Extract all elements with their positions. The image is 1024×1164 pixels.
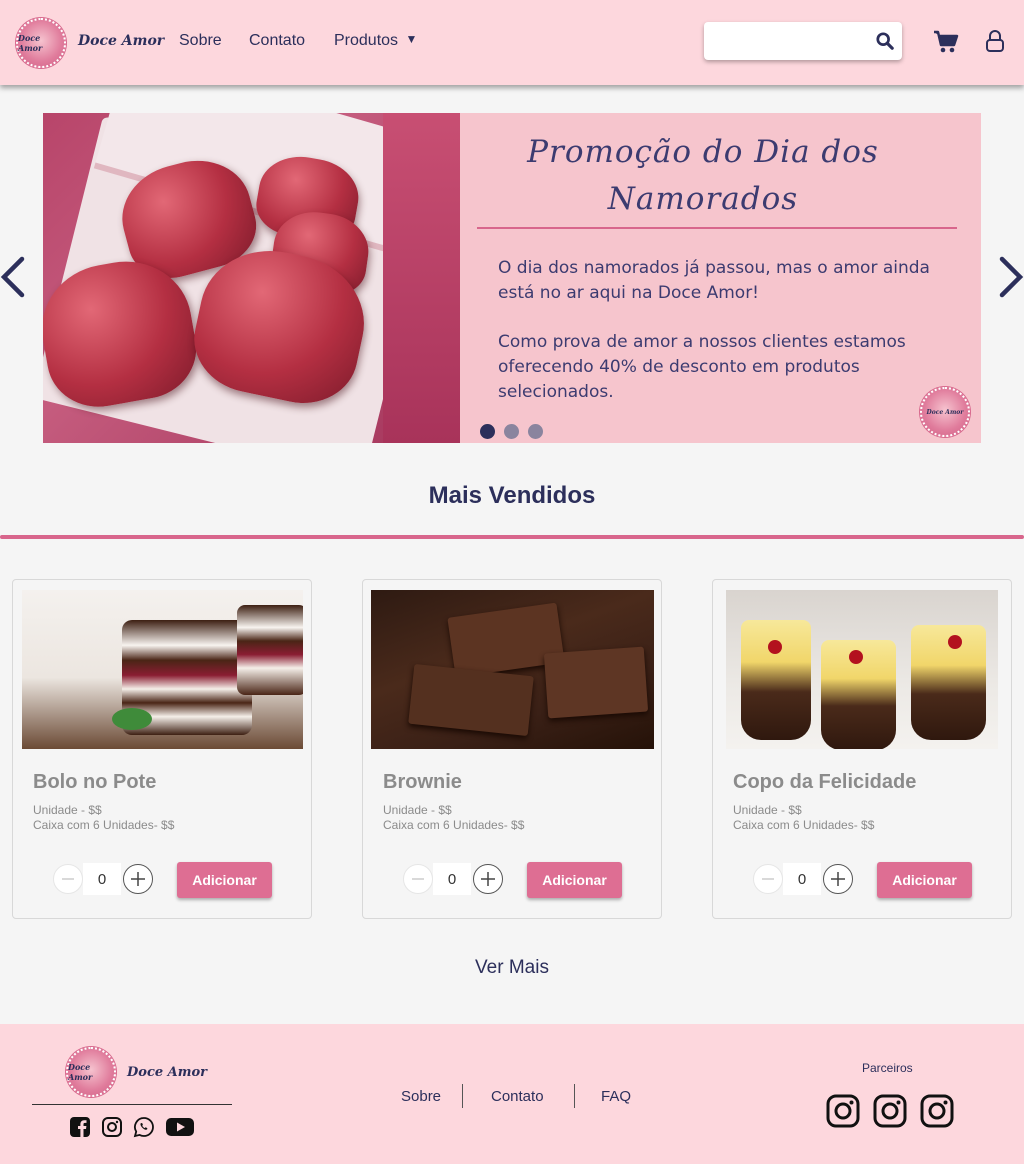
carousel-prev-arrow[interactable] xyxy=(0,255,26,299)
qty-input[interactable] xyxy=(783,863,821,895)
qty-increase-button[interactable] xyxy=(473,864,503,894)
brand-name[interactable]: Doce Amor xyxy=(78,33,164,49)
product-price: Unidade - $$ Caixa com 6 Unidades- $$ xyxy=(733,803,874,833)
promo-paragraph: O dia dos namorados já passou, mas o amo… xyxy=(498,258,930,303)
nav-sobre[interactable]: Sobre xyxy=(179,32,222,50)
promo-paragraph: Como prova de amor a nossos clientes est… xyxy=(498,332,906,402)
footer-link-contato[interactable]: Contato xyxy=(491,1088,544,1105)
section-title: Mais Vendidos xyxy=(428,482,596,509)
promo-divider xyxy=(477,227,957,229)
footer-logo-text: Doce Amor xyxy=(68,1062,93,1082)
youtube-icon[interactable] xyxy=(165,1116,195,1138)
carousel-dot-3[interactable] xyxy=(528,424,543,439)
footer-link-sobre[interactable]: Sobre xyxy=(401,1088,441,1105)
add-to-cart-button[interactable]: Adicionar xyxy=(527,862,622,898)
site-footer: Doce Amor Doce Amor Sobre Contato FAQ Pa… xyxy=(0,1024,1024,1164)
qty-decrease-button[interactable] xyxy=(53,864,83,894)
add-to-cart-button[interactable]: Adicionar xyxy=(177,862,272,898)
product-card: Bolo no Pote Unidade - $$ Caixa com 6 Un… xyxy=(12,579,312,919)
partner-instagram-icon[interactable] xyxy=(920,1094,954,1128)
site-header: Doce Amor Doce Amor Sobre Contato Produt… xyxy=(0,0,1024,85)
logo[interactable]: Doce Amor xyxy=(16,18,66,68)
footer-logo[interactable]: Doce Amor xyxy=(66,1047,116,1097)
nav-produtos-label: Produtos xyxy=(334,32,399,49)
plus-icon xyxy=(831,872,845,886)
footer-separator xyxy=(462,1084,463,1108)
promo-text: O dia dos namorados já passou, mas o amo… xyxy=(498,256,958,405)
logo-text: Doce Amor xyxy=(18,33,43,53)
plus-icon xyxy=(131,872,145,886)
nav-contato[interactable]: Contato xyxy=(249,32,305,50)
minus-icon xyxy=(412,878,424,880)
qty-decrease-button[interactable] xyxy=(403,864,433,894)
user-lock-icon[interactable] xyxy=(985,29,1005,53)
plus-icon xyxy=(481,872,495,886)
product-card: Brownie Unidade - $$ Caixa com 6 Unidade… xyxy=(362,579,662,919)
search-input[interactable] xyxy=(712,30,862,52)
carousel-dot-1[interactable] xyxy=(480,424,495,439)
product-price: Unidade - $$ Caixa com 6 Unidades- $$ xyxy=(383,803,524,833)
see-more-link[interactable]: Ver Mais xyxy=(0,957,1024,979)
facebook-icon[interactable] xyxy=(69,1116,91,1138)
carousel-dot-2[interactable] xyxy=(504,424,519,439)
search-bar xyxy=(704,22,902,60)
footer-separator xyxy=(574,1084,575,1108)
footer-link-faq[interactable]: FAQ xyxy=(601,1088,631,1105)
minus-icon xyxy=(62,878,74,880)
product-name: Brownie xyxy=(383,771,462,793)
minus-icon xyxy=(762,878,774,880)
product-card: Copo da Felicidade Unidade - $$ Caixa co… xyxy=(712,579,1012,919)
qty-increase-button[interactable] xyxy=(123,864,153,894)
whatsapp-icon[interactable] xyxy=(133,1116,155,1138)
cart-icon[interactable] xyxy=(933,30,959,54)
unit-price: Unidade - $$ xyxy=(33,803,102,817)
qty-increase-button[interactable] xyxy=(823,864,853,894)
qty-input[interactable] xyxy=(83,863,121,895)
qty-decrease-button[interactable] xyxy=(753,864,783,894)
partner-instagram-icon[interactable] xyxy=(873,1094,907,1128)
unit-price: Unidade - $$ xyxy=(733,803,802,817)
box-price: Caixa com 6 Unidades- $$ xyxy=(383,818,525,832)
promo-seal-logo: Doce Amor xyxy=(920,387,970,437)
promo-image xyxy=(43,113,460,443)
box-price: Caixa com 6 Unidades- $$ xyxy=(733,818,875,832)
product-name: Bolo no Pote xyxy=(33,771,157,793)
box-price: Caixa com 6 Unidades- $$ xyxy=(33,818,175,832)
product-name: Copo da Felicidade xyxy=(733,771,917,793)
footer-divider xyxy=(32,1104,232,1105)
product-image[interactable] xyxy=(22,590,303,749)
product-image[interactable] xyxy=(726,590,998,749)
qty-input[interactable] xyxy=(433,863,471,895)
carousel-next-arrow[interactable] xyxy=(998,255,1024,299)
partners-label: Parceiros xyxy=(862,1061,913,1075)
unit-price: Unidade - $$ xyxy=(383,803,452,817)
instagram-icon[interactable] xyxy=(101,1116,123,1138)
add-to-cart-button[interactable]: Adicionar xyxy=(877,862,972,898)
section-divider xyxy=(0,535,1024,539)
product-image[interactable] xyxy=(371,590,654,749)
seal-text: Doce Amor xyxy=(926,408,964,416)
promo-title: Promoção do Dia dos Namorados xyxy=(527,134,879,217)
promo-carousel: Promoção do Dia dos Namorados O dia dos … xyxy=(43,113,981,443)
footer-brand-name: Doce Amor xyxy=(127,1065,208,1080)
partner-instagram-icon[interactable] xyxy=(826,1094,860,1128)
product-price: Unidade - $$ Caixa com 6 Unidades- $$ xyxy=(33,803,174,833)
nav-produtos[interactable]: Produtos ▼ xyxy=(334,32,417,50)
search-icon[interactable] xyxy=(876,32,894,50)
caret-down-icon: ▼ xyxy=(405,32,418,46)
